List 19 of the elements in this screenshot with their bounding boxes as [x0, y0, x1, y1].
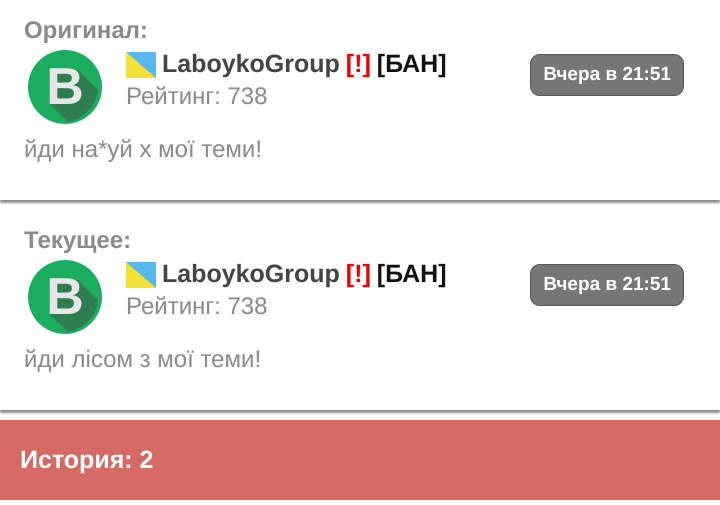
message-text: йди лісом з мої теми! [24, 346, 262, 374]
rating-text: Рейтинг: 738 [126, 83, 268, 111]
author-name[interactable]: LaboykoGroup [162, 50, 340, 79]
avatar: B [28, 260, 102, 334]
avatar: B [28, 50, 102, 124]
timestamp-badge: Вчера в 21:51 [530, 264, 684, 306]
flag-icon [126, 262, 156, 288]
timestamp-badge: Вчера в 21:51 [530, 54, 684, 96]
history-label: История: 2 [20, 446, 154, 474]
author-name[interactable]: LaboykoGroup [162, 260, 340, 289]
warning-tag: [!] [346, 50, 371, 79]
flag-icon [126, 52, 156, 78]
section-heading: Оригинал: [24, 16, 149, 46]
section-heading: Текущее: [24, 226, 132, 256]
ban-tag: [БАН] [376, 260, 447, 289]
message-text: йди на*уй х мої теми! [24, 136, 263, 164]
warning-tag: [!] [346, 260, 371, 289]
rating-text: Рейтинг: 738 [126, 293, 268, 321]
ban-tag: [БАН] [376, 50, 447, 79]
